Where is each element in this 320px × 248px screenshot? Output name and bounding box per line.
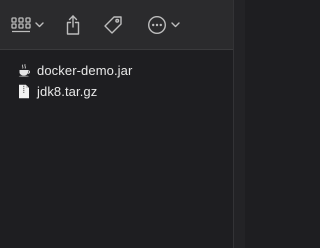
more-actions-button[interactable] [144, 13, 182, 37]
chevron-down-icon [170, 22, 180, 28]
grid-view-icon [10, 17, 31, 33]
file-name: jdk8.tar.gz [37, 83, 98, 99]
file-item-jdk8-tar-gz[interactable]: jdk8.tar.gz [17, 81, 97, 101]
file-name: docker-demo.jar [37, 62, 133, 78]
chevron-down-icon [34, 22, 44, 28]
share-button[interactable] [63, 13, 83, 37]
view-options-button[interactable] [8, 13, 46, 37]
finder-window: docker-demo.jar jdk8.tar.gz [0, 0, 245, 248]
share-icon [65, 14, 81, 36]
more-icon [147, 15, 167, 35]
sidebar-edge [233, 0, 245, 248]
tag-icon [103, 15, 123, 35]
tag-button[interactable] [102, 13, 124, 37]
java-jar-icon [17, 62, 31, 78]
archive-icon [17, 83, 31, 99]
file-item-docker-demo-jar[interactable]: docker-demo.jar [17, 60, 132, 80]
toolbar [0, 0, 245, 50]
